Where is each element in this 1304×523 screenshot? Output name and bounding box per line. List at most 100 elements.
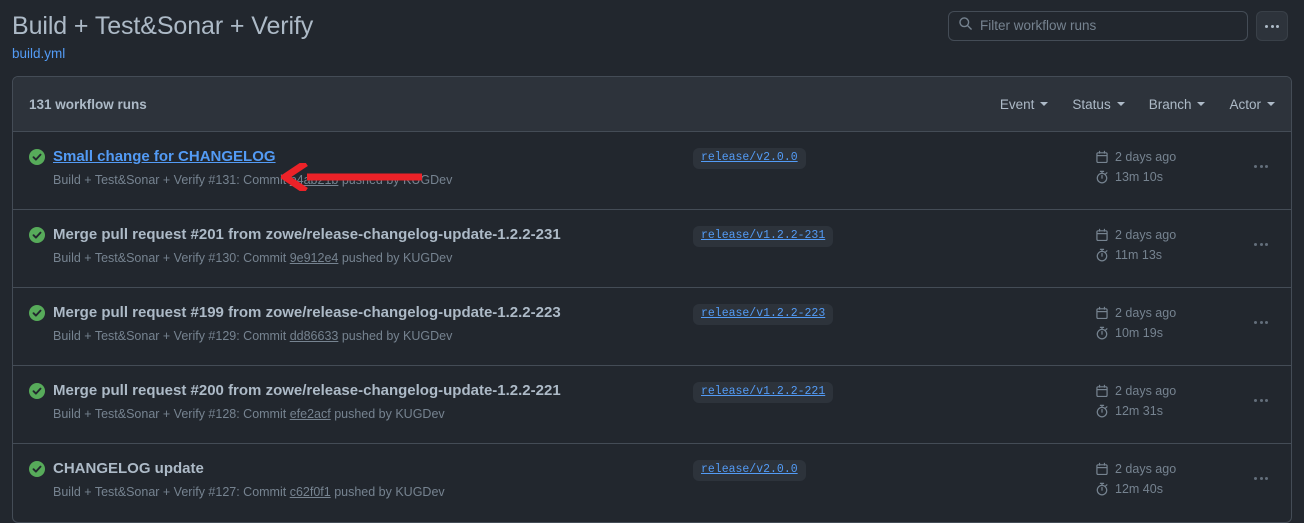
header-left-group: Build + Test&Sonar + Verify build.yml: [12, 6, 313, 63]
branch-column: release/v1.2.2-231: [693, 224, 1023, 247]
filter-actor[interactable]: Actor: [1229, 97, 1275, 112]
workflow-runs-panel: 131 workflow runs Event Status Branch Ac…: [12, 76, 1292, 523]
run-subtitle: Build + Test&Sonar + Verify #130: Commit…: [53, 249, 693, 267]
filter-status-label: Status: [1072, 96, 1111, 112]
run-main: Merge pull request #201 from zowe/releas…: [53, 224, 693, 267]
chevron-down-icon: [1267, 102, 1275, 106]
chevron-down-icon: [1116, 102, 1125, 106]
run-meta: 2 days ago 11m 13s: [1023, 224, 1275, 265]
run-main: Small change for CHANGELOG Build + Test&S…: [53, 146, 693, 189]
filter-group: Event Status Branch Actor: [1000, 97, 1275, 112]
run-age: 2 days ago: [1095, 381, 1245, 401]
search-placeholder: Filter workflow runs: [980, 18, 1097, 34]
run-more-button[interactable]: [1245, 386, 1277, 414]
filter-event-label: Event: [999, 96, 1035, 112]
kebab-dot: [1270, 24, 1274, 28]
run-duration-label: 10m 19s: [1115, 326, 1163, 340]
filter-branch[interactable]: Branch: [1149, 97, 1206, 112]
filter-status[interactable]: Status: [1072, 96, 1125, 112]
run-times: 2 days ago 12m 31s: [1095, 380, 1245, 421]
kebab-dot: [1259, 164, 1263, 168]
run-title-link[interactable]: Small change for CHANGELOG: [53, 146, 276, 167]
kebab-dot: [1265, 320, 1268, 324]
kebab-dot: [1259, 476, 1263, 480]
run-more-button[interactable]: [1245, 152, 1277, 180]
run-title-link[interactable]: Merge pull request #199 from zowe/releas…: [53, 302, 561, 323]
run-age-label: 2 days ago: [1115, 150, 1177, 164]
run-times: 2 days ago 13m 10s: [1095, 146, 1245, 187]
workflow-run-row[interactable]: Merge pull request #201 from zowe/releas…: [13, 210, 1291, 288]
run-age-label: 2 days ago: [1115, 384, 1177, 398]
kebab-dot: [1259, 398, 1263, 402]
calendar-icon: [1095, 462, 1109, 476]
branch-badge[interactable]: release/v2.0.0: [693, 148, 806, 169]
run-more-button[interactable]: [1245, 308, 1277, 336]
calendar-icon: [1095, 228, 1109, 242]
kebab-dot: [1254, 164, 1257, 168]
run-meta: 2 days ago 13m 10s: [1023, 146, 1275, 187]
workflow-runs-list: Small change for CHANGELOG Build + Test&S…: [13, 132, 1291, 522]
header-right-group: Filter workflow runs: [948, 6, 1288, 41]
run-title-link[interactable]: Merge pull request #201 from zowe/releas…: [53, 224, 561, 245]
run-duration-label: 11m 13s: [1115, 248, 1163, 262]
calendar-icon: [1095, 306, 1109, 320]
workflow-file-link[interactable]: build.yml: [12, 45, 313, 63]
run-times: 2 days ago 10m 19s: [1095, 302, 1245, 343]
run-duration: 11m 13s: [1095, 245, 1245, 265]
stopwatch-icon: [1095, 248, 1109, 262]
commit-sha-link[interactable]: 9e912e4: [290, 251, 339, 265]
branch-badge[interactable]: release/v1.2.2-221: [693, 382, 834, 403]
filter-event[interactable]: Event: [1000, 97, 1049, 112]
runs-panel-header: 131 workflow runs Event Status Branch Ac…: [13, 77, 1291, 132]
branch-column: release/v1.2.2-221: [693, 380, 1023, 403]
run-subtitle-prefix: Build + Test&Sonar + Verify #128: Commit: [53, 407, 290, 421]
workflow-run-row[interactable]: Small change for CHANGELOG Build + Test&S…: [13, 132, 1291, 210]
commit-sha-link[interactable]: b4ab21b: [290, 173, 339, 187]
run-more-button[interactable]: [1245, 464, 1277, 492]
stopwatch-icon: [1095, 326, 1109, 340]
run-subtitle: Build + Test&Sonar + Verify #131: Commit…: [53, 171, 693, 189]
run-title-link[interactable]: Merge pull request #200 from zowe/releas…: [53, 380, 561, 401]
kebab-dot: [1265, 164, 1268, 168]
run-subtitle-suffix: pushed by KUGDev: [330, 407, 445, 421]
branch-badge[interactable]: release/v2.0.0: [693, 460, 806, 481]
run-age-label: 2 days ago: [1115, 306, 1177, 320]
branch-column: release/v2.0.0: [693, 146, 1023, 169]
branch-badge[interactable]: release/v1.2.2-223: [693, 304, 834, 325]
kebab-dot: [1276, 24, 1279, 28]
run-duration-label: 13m 10s: [1115, 170, 1163, 184]
kebab-dot: [1254, 398, 1257, 402]
commit-sha-link[interactable]: c62f0f1: [290, 485, 331, 499]
filter-branch-label: Branch: [1148, 96, 1192, 112]
stopwatch-icon: [1095, 482, 1109, 496]
calendar-icon: [1095, 384, 1109, 398]
run-duration-label: 12m 40s: [1115, 482, 1163, 496]
run-subtitle-suffix: pushed by KUGDev: [338, 251, 453, 265]
commit-sha-link[interactable]: efe2acf: [290, 407, 331, 421]
check-circle-icon: [29, 305, 45, 321]
check-circle-icon: [29, 227, 45, 243]
run-duration: 12m 31s: [1095, 401, 1245, 421]
run-duration: 12m 40s: [1095, 479, 1245, 499]
branch-badge[interactable]: release/v1.2.2-231: [693, 226, 834, 247]
workflow-run-row[interactable]: Merge pull request #200 from zowe/releas…: [13, 366, 1291, 444]
kebab-dot: [1259, 320, 1263, 324]
workflow-run-row[interactable]: CHANGELOG update Build + Test&Sonar + Ver…: [13, 444, 1291, 522]
run-subtitle: Build + Test&Sonar + Verify #127: Commit…: [53, 483, 693, 501]
page-title: Build + Test&Sonar + Verify: [12, 12, 314, 40]
workflow-run-row[interactable]: Merge pull request #199 from zowe/releas…: [13, 288, 1291, 366]
run-title-link[interactable]: CHANGELOG update: [53, 458, 204, 479]
run-more-button[interactable]: [1245, 230, 1277, 258]
header-more-button[interactable]: [1256, 11, 1288, 41]
run-meta: 2 days ago 10m 19s: [1023, 302, 1275, 343]
search-input[interactable]: Filter workflow runs: [948, 11, 1248, 41]
run-age: 2 days ago: [1095, 225, 1245, 245]
run-meta: 2 days ago 12m 40s: [1023, 458, 1275, 499]
chevron-down-icon: [1040, 102, 1049, 106]
commit-sha-link[interactable]: dd86633: [290, 329, 339, 343]
kebab-dot: [1254, 242, 1257, 246]
search-icon: [958, 16, 973, 36]
branch-column: release/v2.0.0: [693, 458, 1023, 481]
run-subtitle-prefix: Build + Test&Sonar + Verify #129: Commit: [53, 329, 290, 343]
kebab-dot: [1265, 398, 1268, 402]
